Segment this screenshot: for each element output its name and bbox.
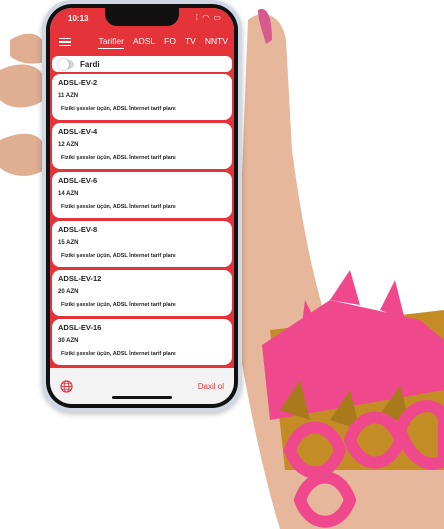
plan-card[interactable]: ADSL-EV-12 20 AZN Fiziki şəxslər üçün, A… [52, 270, 232, 316]
plan-card[interactable]: ADSL-EV-8 15 AZN Fiziki şəxslər üçün, AD… [52, 221, 232, 267]
fardi-toggle[interactable] [58, 58, 74, 70]
fardi-label: Fardi [80, 59, 100, 69]
tab-adsl[interactable]: ADSL [133, 36, 155, 49]
status-bar: 10:13 ⁞ ◠ ▭ [50, 8, 234, 28]
plan-card[interactable]: ADSL-EV-2 11 AZN Fiziki şəxslər üçün, AD… [52, 74, 232, 120]
fardi-filter-row: Fardi [52, 56, 232, 72]
plan-description: Fiziki şəxslər üçün, ADSL İnternet tarif… [61, 351, 176, 357]
plan-name: ADSL-EV-8 [58, 225, 98, 234]
plan-description: Fiziki şəxslər üçün, ADSL İnternet tarif… [61, 253, 176, 259]
tab-fo[interactable]: FO [164, 36, 176, 49]
camera-notch [105, 8, 179, 26]
top-nav: Tarifler ADSL FO TV NNTV [50, 28, 234, 56]
plan-card[interactable]: ADSL-EV-16 30 AZN Fiziki şəxslər üçün, A… [52, 319, 232, 365]
plan-description: Fiziki şəxslər üçün, ADSL İnternet tarif… [61, 106, 176, 112]
plan-price: 30 AZN [58, 338, 79, 344]
tab-tv[interactable]: TV [185, 36, 196, 49]
plan-name: ADSL-EV-4 [58, 127, 98, 136]
plan-price: 15 AZN [58, 240, 79, 246]
tab-nntv[interactable]: NNTV [205, 36, 228, 49]
plan-price: 14 AZN [58, 191, 79, 197]
plan-card[interactable]: ADSL-EV-4 12 AZN Fiziki şəxslər üçün, AD… [52, 123, 232, 169]
plan-price: 20 AZN [58, 289, 79, 295]
plan-name: ADSL-EV-12 [58, 274, 102, 283]
plan-price: 11 AZN [58, 93, 79, 99]
login-link[interactable]: Daxil ol [198, 382, 224, 391]
globe-icon[interactable] [60, 379, 73, 393]
phone-frame: 10:13 ⁞ ◠ ▭ Tarifler ADSL FO TV NNTV Far… [42, 0, 242, 412]
plan-list: Fardi ADSL-EV-2 11 AZN Fiziki şəxslər üç… [50, 56, 234, 376]
tab-bar: Tarifler ADSL FO TV NNTV [98, 36, 228, 49]
plan-description: Fiziki şəxslər üçün, ADSL İnternet tarif… [61, 204, 176, 210]
app-screen: 10:13 ⁞ ◠ ▭ Tarifler ADSL FO TV NNTV Far… [50, 8, 234, 404]
plan-name: ADSL-EV-16 [58, 323, 102, 332]
plan-card[interactable]: ADSL-EV-6 14 AZN Fiziki şəxslər üçün, AD… [52, 172, 232, 218]
tab-tarifler[interactable]: Tarifler [98, 36, 124, 49]
plan-name: ADSL-EV-6 [58, 176, 98, 185]
plan-name: ADSL-EV-2 [58, 78, 98, 87]
plan-description: Fiziki şəxslər üçün, ADSL İnternet tarif… [61, 302, 176, 308]
hamburger-icon[interactable] [59, 36, 71, 49]
plan-description: Fiziki şəxslər üçün, ADSL İnternet tarif… [61, 155, 176, 161]
status-time: 10:13 [68, 14, 89, 23]
plan-price: 12 AZN [58, 142, 79, 148]
bottom-bar: Daxil ol [50, 368, 234, 404]
home-indicator [112, 396, 172, 399]
signal-wifi-battery-icons: ⁞ ◠ ▭ [195, 13, 222, 22]
